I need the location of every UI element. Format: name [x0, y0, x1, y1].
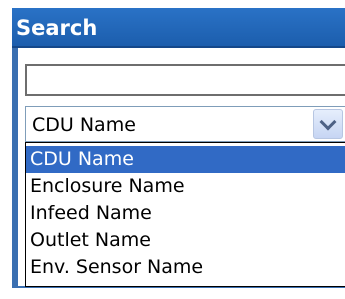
select-dropdown-button[interactable] — [313, 109, 343, 139]
search-input[interactable] — [25, 64, 345, 96]
search-panel-header: Search — [12, 8, 345, 48]
chevron-down-icon — [319, 113, 337, 131]
select-dropdown-list[interactable]: CDU Name Enclosure Name Infeed Name Outl… — [25, 142, 345, 287]
option-infeed-name[interactable]: Infeed Name — [26, 200, 345, 227]
search-panel: Search CDU Name CDU Name Enclosure Name … — [0, 0, 345, 299]
select-current-value: CDU Name — [32, 114, 136, 136]
option-outlet-name[interactable]: Outlet Name — [26, 227, 345, 254]
panel-title: Search — [16, 16, 98, 40]
option-enclosure-name[interactable]: Enclosure Name — [26, 173, 345, 200]
option-cdu-name[interactable]: CDU Name — [26, 146, 345, 173]
option-env-sensor-name[interactable]: Env. Sensor Name — [26, 254, 345, 281]
search-field-select[interactable]: CDU Name — [25, 106, 345, 142]
